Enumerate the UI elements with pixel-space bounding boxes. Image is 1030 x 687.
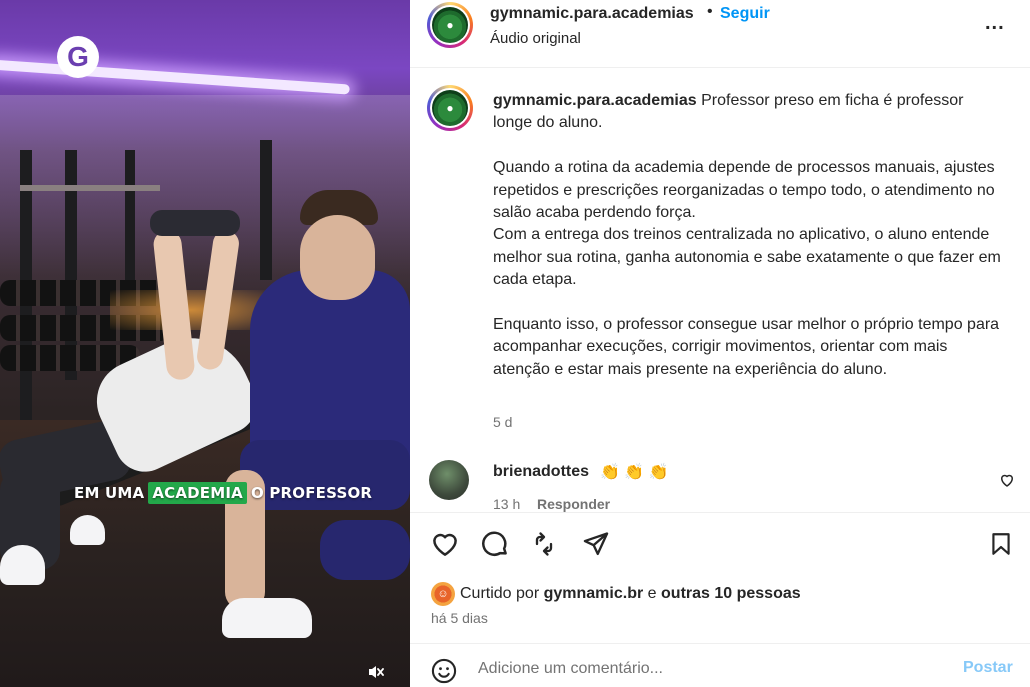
- caption-username[interactable]: gymnamic.para.academias: [493, 92, 697, 109]
- send-icon: [583, 532, 609, 556]
- emoji-icon[interactable]: [430, 657, 458, 685]
- add-comment-bar: Postar: [410, 643, 1030, 687]
- comment-input[interactable]: [478, 656, 938, 682]
- heart-icon: [433, 533, 457, 556]
- comment-bubble-icon: [482, 531, 507, 556]
- reply-button[interactable]: Responder: [537, 496, 610, 512]
- caption-text: gymnamic.para.academias Professor preso …: [493, 90, 1003, 381]
- separator-dot: •: [707, 3, 713, 20]
- post-actions: ☺ Curtido por gymnamic.br e outras 10 pe…: [410, 512, 1030, 642]
- caption-suffix: O PROFESSOR: [250, 484, 373, 502]
- audio-label[interactable]: Áudio original: [490, 30, 581, 47]
- dumbbell: [150, 210, 240, 236]
- repost-button[interactable]: [528, 528, 560, 560]
- caption-author-avatar[interactable]: ●: [427, 85, 473, 131]
- author-logo-icon: ●: [432, 90, 468, 126]
- video-caption: EM UMA ACADEMIA O PROFESSOR: [74, 480, 372, 506]
- brand-logo: G: [57, 36, 99, 78]
- commenter-avatar[interactable]: [429, 460, 469, 500]
- author-logo-icon: ●: [432, 7, 468, 43]
- rack-post: [125, 150, 135, 280]
- comment-time[interactable]: 13 h: [493, 496, 520, 512]
- liker-avatar: ☺: [431, 582, 455, 606]
- caption-time[interactable]: 5 d: [493, 414, 512, 430]
- athlete-shoe: [0, 545, 45, 585]
- liked-by-joiner: e: [647, 585, 657, 602]
- comment-like-icon[interactable]: [998, 471, 1016, 489]
- bookmark-icon: [992, 533, 1010, 555]
- caption-prefix: EM UMA: [74, 484, 145, 502]
- likes-summary[interactable]: ☺ Curtido por gymnamic.br e outras 10 pe…: [431, 582, 801, 606]
- liked-by-user[interactable]: gymnamic.br: [544, 585, 644, 603]
- author-username[interactable]: gymnamic.para.academias: [490, 5, 694, 23]
- post-date[interactable]: há 5 dias: [431, 610, 488, 626]
- repost-icon: [535, 532, 553, 556]
- like-button[interactable]: [429, 528, 461, 560]
- commenter-username[interactable]: brienadottes: [493, 463, 589, 481]
- share-button[interactable]: [580, 528, 612, 560]
- trainer-shoe: [222, 598, 312, 638]
- follow-button[interactable]: Seguir: [720, 5, 770, 23]
- barbell: [20, 185, 160, 191]
- post-header: ● gymnamic.para.academias • Seguir Áudio…: [410, 0, 1030, 68]
- more-options-button[interactable]: ...: [985, 12, 1009, 34]
- caption-body: Quando a rotina da academia depende de p…: [493, 159, 1001, 378]
- rack-post: [260, 140, 272, 280]
- liked-by-prefix: Curtido por: [460, 585, 540, 602]
- neon-light: [0, 59, 350, 95]
- author-avatar[interactable]: ●: [427, 2, 473, 48]
- speaker-muted-icon: [369, 666, 384, 678]
- athlete-shoe: [70, 515, 105, 545]
- trainer-head: [300, 215, 375, 300]
- caption-highlight: ACADEMIA: [148, 482, 247, 504]
- save-button[interactable]: [985, 528, 1017, 560]
- trainer-knee: [320, 520, 410, 580]
- post-video[interactable]: G EM UMA ACADEMIA O PROFESSOR: [0, 0, 410, 687]
- post-caption: ● gymnamic.para.academias Professor pres…: [410, 68, 1030, 512]
- post-details-panel: ● gymnamic.para.academias • Seguir Áudio…: [410, 0, 1030, 687]
- mute-button[interactable]: [362, 660, 390, 684]
- liked-by-others[interactable]: outras 10 pessoas: [661, 585, 801, 603]
- comment-text: 👏 👏 👏: [600, 464, 669, 481]
- post-comment-button[interactable]: Postar: [963, 659, 1013, 677]
- comment-item: brienadottes 👏 👏 👏 13 h Responder: [410, 455, 1030, 515]
- comment-button[interactable]: [479, 528, 511, 560]
